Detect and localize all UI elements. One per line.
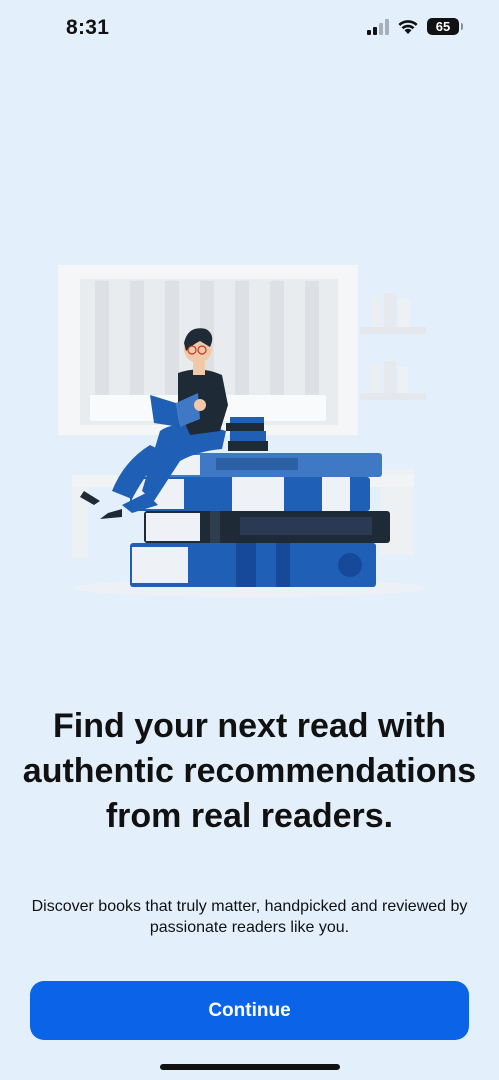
status-time: 8:31 bbox=[66, 16, 110, 39]
wall-shelves bbox=[360, 293, 426, 400]
subtext: Discover books that truly matter, handpi… bbox=[31, 898, 468, 936]
headline: Find your next read with authentic recom… bbox=[22, 707, 477, 835]
wifi-icon bbox=[398, 19, 418, 34]
home-indicator[interactable] bbox=[160, 1064, 340, 1070]
signal-icon bbox=[367, 18, 389, 35]
person-reading-on-books-illustration bbox=[58, 265, 426, 597]
continue-button[interactable]: Continue bbox=[30, 981, 469, 1040]
status-bar: 8:31 65 bbox=[0, 0, 499, 60]
status-icons: 65 bbox=[367, 18, 463, 35]
battery-icon: 65 bbox=[427, 18, 463, 35]
